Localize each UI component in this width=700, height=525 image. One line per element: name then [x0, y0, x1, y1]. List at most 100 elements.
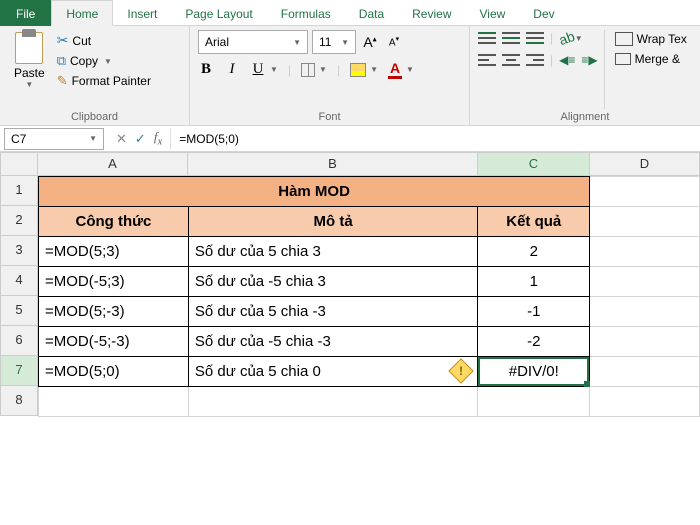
align-bottom-button[interactable]	[526, 30, 544, 46]
cell[interactable]: -2	[478, 327, 590, 357]
cell[interactable]: =MOD(5;3)	[39, 237, 189, 267]
merge-center-button[interactable]: Merge &	[615, 52, 687, 66]
cell[interactable]: =MOD(-5;-3)	[39, 327, 189, 357]
cell[interactable]: 2	[478, 237, 590, 267]
cell[interactable]	[39, 387, 189, 417]
chevron-down-icon[interactable]: ▼	[370, 65, 378, 74]
cell[interactable]	[478, 387, 590, 417]
tab-formulas[interactable]: Formulas	[267, 0, 345, 26]
copy-icon: ⧉	[57, 53, 66, 69]
format-painter-button[interactable]: ✎ Format Painter	[57, 73, 151, 89]
cell[interactable]	[590, 207, 700, 237]
font-color-button[interactable]: A	[388, 60, 402, 79]
cell[interactable]: Số dư của 5 chia 3	[188, 237, 477, 267]
cell[interactable]: Số dư của 5 chia 0	[188, 357, 477, 387]
chevron-down-icon[interactable]: ▼	[406, 65, 414, 74]
wrap-text-button[interactable]: Wrap Tex	[615, 32, 687, 46]
decrease-font-button[interactable]: A▾	[384, 35, 404, 48]
align-top-button[interactable]	[478, 30, 496, 46]
cell-header-result[interactable]: Kết quả	[478, 207, 590, 237]
tab-page-layout[interactable]: Page Layout	[171, 0, 266, 26]
cell[interactable]	[590, 297, 700, 327]
cell-header-desc[interactable]: Mô tả	[188, 207, 477, 237]
column-header-c[interactable]: C	[478, 152, 590, 176]
orientation-button[interactable]: ab	[557, 28, 577, 48]
select-all-corner[interactable]	[0, 152, 38, 176]
wrap-text-icon	[615, 32, 633, 46]
column-header-b[interactable]: B	[188, 152, 478, 176]
cell[interactable]: Số dư của -5 chia 3	[188, 267, 477, 297]
align-right-button[interactable]	[526, 52, 544, 68]
cell[interactable]	[590, 267, 700, 297]
row-header-6[interactable]: 6	[0, 326, 38, 356]
ribbon-tabs: File Home Insert Page Layout Formulas Da…	[0, 0, 700, 26]
tab-view[interactable]: View	[466, 0, 520, 26]
decrease-indent-button[interactable]: ◀≡	[559, 53, 575, 67]
cell[interactable]: =MOD(-5;3)	[39, 267, 189, 297]
table-row: Công thức Mô tả Kết quả	[39, 207, 700, 237]
italic-button[interactable]: I	[224, 61, 240, 78]
cell[interactable]: Số dư của -5 chia -3	[188, 327, 477, 357]
font-size-value: 11	[319, 35, 331, 49]
column-header-a[interactable]: A	[38, 152, 188, 176]
enter-formula-button[interactable]: ✓	[135, 131, 146, 147]
row-header-5[interactable]: 5	[0, 296, 38, 326]
paste-icon	[15, 32, 43, 64]
fx-icon[interactable]: fx	[154, 129, 162, 148]
tab-review[interactable]: Review	[398, 0, 465, 26]
font-name-dropdown[interactable]: Arial ▼	[198, 30, 308, 54]
cell-title[interactable]: Hàm MOD	[39, 177, 590, 207]
fill-color-button[interactable]	[350, 63, 366, 77]
clipboard-group-label: Clipboard	[8, 109, 181, 123]
tab-file[interactable]: File	[0, 0, 51, 26]
chevron-down-icon[interactable]: ▼	[319, 65, 327, 74]
tab-developer[interactable]: Dev	[519, 0, 568, 26]
align-center-button[interactable]	[502, 52, 520, 68]
font-size-dropdown[interactable]: 11 ▼	[312, 30, 356, 54]
row-header-4[interactable]: 4	[0, 266, 38, 296]
row-header-3[interactable]: 3	[0, 236, 38, 266]
paste-button[interactable]: Paste ▼	[8, 30, 51, 91]
bold-button[interactable]: B	[198, 61, 214, 78]
cut-button[interactable]: ✂ Cut	[57, 32, 151, 49]
cell[interactable]	[590, 387, 700, 417]
cell[interactable]	[590, 237, 700, 267]
row-header-7[interactable]: 7	[0, 356, 38, 386]
increase-indent-button[interactable]: ≡▶	[581, 53, 597, 67]
cell[interactable]: =MOD(5;0)	[39, 357, 189, 387]
tab-data[interactable]: Data	[345, 0, 398, 26]
cell[interactable]: Số dư của 5 chia -3	[188, 297, 477, 327]
cell[interactable]: 1	[478, 267, 590, 297]
chevron-down-icon[interactable]: ▼	[89, 134, 97, 143]
underline-button[interactable]: U	[250, 61, 266, 78]
row-header-2[interactable]: 2	[0, 206, 38, 236]
cell[interactable]	[188, 387, 477, 417]
formula-bar-input[interactable]: =MOD(5;0)	[170, 128, 700, 150]
cancel-formula-button[interactable]: ✕	[116, 131, 127, 147]
name-box[interactable]: C7 ▼	[4, 128, 104, 150]
spreadsheet-grid: A B C D 1 2 3 4 5 6 7 8 Hàm MOD Công thứ…	[0, 152, 700, 417]
chevron-down-icon[interactable]: ▼	[270, 65, 278, 74]
cell[interactable]	[590, 327, 700, 357]
tab-home[interactable]: Home	[51, 0, 113, 26]
cell[interactable]: -1	[478, 297, 590, 327]
table-row: Hàm MOD	[39, 177, 700, 207]
align-left-button[interactable]	[478, 52, 496, 68]
row-header-8[interactable]: 8	[0, 386, 38, 416]
chevron-down-icon[interactable]: ▼	[104, 57, 112, 66]
borders-button[interactable]	[301, 63, 315, 77]
align-middle-button[interactable]	[502, 30, 520, 46]
chevron-down-icon[interactable]: ▼	[25, 80, 33, 89]
cell[interactable]	[590, 177, 700, 207]
row-header-1[interactable]: 1	[0, 176, 38, 206]
column-header-d[interactable]: D	[590, 152, 700, 176]
cell-header-formula[interactable]: Công thức	[39, 207, 189, 237]
cell[interactable]: =MOD(5;-3)	[39, 297, 189, 327]
cell-selected[interactable]: #DIV/0!	[478, 357, 590, 387]
copy-button[interactable]: ⧉ Copy ▼	[57, 53, 151, 69]
ribbon-group-clipboard: Paste ▼ ✂ Cut ⧉ Copy ▼ ✎ Format Painter	[0, 26, 190, 125]
tab-insert[interactable]: Insert	[113, 0, 171, 26]
cell[interactable]	[590, 357, 700, 387]
cells-table: Hàm MOD Công thức Mô tả Kết quả =MOD(5;3…	[38, 176, 700, 417]
increase-font-button[interactable]: A▴	[360, 34, 380, 50]
